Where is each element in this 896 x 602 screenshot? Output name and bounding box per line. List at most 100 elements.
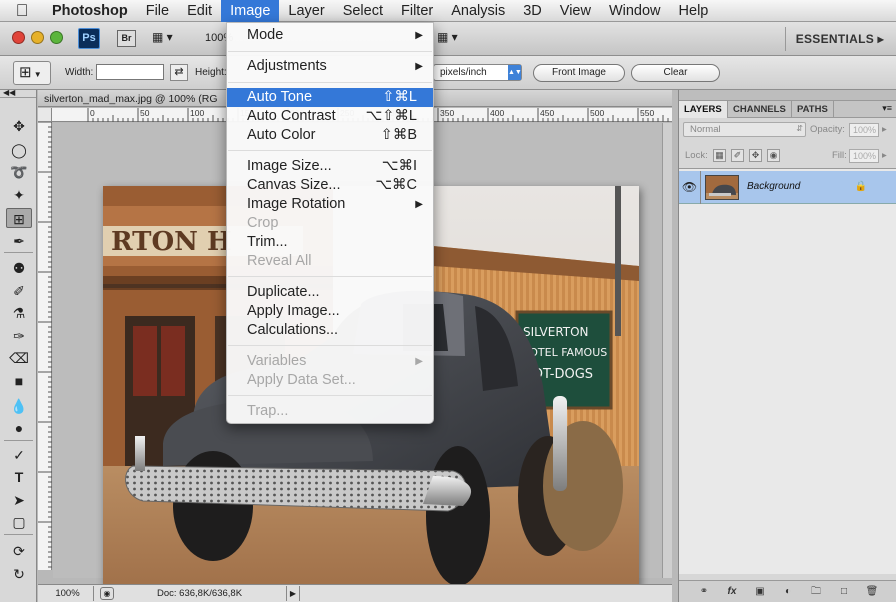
menu-separator [228,82,432,83]
add-mask-icon[interactable]: ▣ [753,585,767,599]
lock-transparent-icon[interactable]: ▦ [713,149,726,162]
dodge-tool-icon[interactable]: ● [6,418,32,438]
tool-preset-picker[interactable]: ⊞ ▼ [13,61,51,85]
zoom-window-button[interactable] [50,31,63,44]
launch-bridge-button[interactable]: Br [117,30,136,47]
gradient-tool-icon[interactable]: ■ [6,371,32,391]
layer-row-background[interactable]: 👁 Background 🔒 [679,171,896,204]
menu-file[interactable]: File [137,0,178,22]
pen-tool-icon[interactable]: ✓ [6,445,32,465]
panel-grip[interactable]: ◀◀ [0,89,36,98]
menu-help[interactable]: Help [670,0,718,22]
menu-item-variables[interactable]: Variables ▶ [227,352,433,371]
menu-edit[interactable]: Edit [178,0,221,22]
minimize-window-button[interactable] [31,31,44,44]
fx-icon[interactable]: fx [725,585,739,599]
width-field[interactable] [96,64,164,80]
menu-analysis[interactable]: Analysis [442,0,514,22]
view-extras-icon[interactable]: ▦ ▾ [152,30,173,44]
menu-app-photoshop[interactable]: Photoshop [44,0,137,22]
thumbnail-image [706,176,738,199]
front-image-button[interactable]: Front Image [533,64,625,82]
menu-3d[interactable]: 3D [514,0,551,22]
menu-item-adjustments[interactable]: Adjustments ▶ [227,57,433,76]
blur-tool-icon[interactable]: 💧 [6,396,32,416]
menu-layer[interactable]: Layer [279,0,333,22]
fill-arrow-icon[interactable]: ▸ [882,150,887,161]
menu-item-trap[interactable]: Trap... [227,402,433,421]
menu-item-auto-tone[interactable]: Auto Tone ⇧⌘L [227,88,433,107]
adjustment-layer-icon[interactable]: ◐ [781,585,795,599]
menu-item-image-size[interactable]: Image Size... ⌥⌘I [227,157,433,176]
blend-mode-select[interactable]: Normal ⇵ [683,122,806,137]
visibility-eye-icon[interactable]: 👁 [679,171,701,204]
opacity-arrow-icon[interactable]: ▸ [882,124,887,135]
fill-field[interactable]: 100% [849,149,879,163]
history-brush-tool-icon[interactable]: ✑ [6,326,32,346]
lock-image-icon[interactable]: ✐ [731,149,744,162]
apple-menu-icon[interactable]:  [0,1,44,21]
new-layer-icon[interactable]: □ [837,585,851,599]
opacity-field[interactable]: 100% [849,123,879,137]
crop-tool-icon[interactable]: ⊞ [6,208,32,228]
3d-rotate-tool-icon[interactable]: ⟳ [6,541,32,561]
type-tool-icon[interactable]: T [6,467,32,487]
new-group-folder-icon[interactable]: 🗀 [809,585,823,599]
menu-item-trim[interactable]: Trim... [227,233,433,252]
eraser-tool-icon[interactable]: ⌫ [6,348,32,368]
zoom-icon[interactable]: ◉ [100,587,114,600]
ruler-origin[interactable] [38,108,52,122]
menu-filter[interactable]: Filter [392,0,442,22]
menu-item-apply-image[interactable]: Apply Image... [227,302,433,321]
marquee-tool-icon[interactable]: ◯ [6,140,32,160]
menu-item-canvas-size[interactable]: Canvas Size... ⌥⌘C [227,176,433,195]
panel-grip[interactable] [679,90,896,101]
vertical-ruler[interactable] [38,122,52,570]
path-selection-tool-icon[interactable]: ➤ [6,490,32,510]
tab-channels[interactable]: CHANNELS [728,101,792,118]
menu-image[interactable]: Image [221,0,280,22]
tab-paths[interactable]: PATHS [792,101,834,118]
resolution-unit-select[interactable]: pixels/inch ▲▼ [433,64,522,81]
brush-tool-icon[interactable]: ✐ [6,281,32,301]
menu-select[interactable]: Select [334,0,392,22]
status-menu-arrow-icon[interactable]: ▶ [286,586,300,601]
menu-item-image-rotation[interactable]: Image Rotation ▶ [227,195,433,214]
lasso-tool-icon[interactable]: ➰ [6,162,32,182]
zoom-level-field[interactable]: 100% [42,586,94,601]
menu-item-label: Apply Data Set... [247,372,356,388]
3d-orbit-tool-icon[interactable]: ↻ [6,564,32,584]
menu-view[interactable]: View [551,0,600,22]
tab-layers[interactable]: LAYERS [679,101,728,118]
sign-text-silverton: SILVERTON [523,325,589,339]
screen-mode-icon[interactable]: ▦ ▾ [437,30,458,44]
healing-brush-tool-icon[interactable]: ⚉ [6,258,32,278]
menu-item-duplicate[interactable]: Duplicate... [227,283,433,302]
panel-menu-icon[interactable]: ▾≡ [882,103,892,114]
clone-stamp-tool-icon[interactable]: ⚗ [6,303,32,323]
trash-icon[interactable]: 🗑 [865,585,879,599]
vertical-scrollbar[interactable] [662,123,672,578]
close-window-button[interactable] [12,31,25,44]
menu-item-crop[interactable]: Crop [227,214,433,233]
menu-window[interactable]: Window [600,0,670,22]
layer-name[interactable]: Background [747,181,800,192]
shape-tool-icon[interactable]: ▢ [6,512,32,532]
menu-item-reveal-all[interactable]: Reveal All [227,252,433,271]
menu-item-mode[interactable]: Mode ▶ [227,26,433,45]
updown-arrows-icon: ⇵ [796,124,803,133]
menu-item-calculations[interactable]: Calculations... [227,321,433,340]
menu-item-auto-contrast[interactable]: Auto Contrast ⌥⇧⌘L [227,107,433,126]
workspace-switcher[interactable]: ESSENTIALS ▸ [796,32,884,46]
ruler-mark: 0 [90,108,95,118]
swap-dimensions-icon[interactable]: ⇄ [170,64,188,81]
menu-item-apply-data-set[interactable]: Apply Data Set... [227,371,433,390]
lock-all-icon[interactable]: ◉ [767,149,780,162]
clear-button[interactable]: Clear [631,64,720,82]
move-tool-icon[interactable]: ✥ [6,116,32,136]
lock-position-icon[interactable]: ✥ [749,149,762,162]
magic-wand-tool-icon[interactable]: ✦ [6,185,32,205]
menu-item-auto-color[interactable]: Auto Color ⇧⌘B [227,126,433,145]
eyedropper-tool-icon[interactable]: ✒ [6,231,32,251]
link-layers-icon[interactable]: ⚭ [697,585,711,599]
